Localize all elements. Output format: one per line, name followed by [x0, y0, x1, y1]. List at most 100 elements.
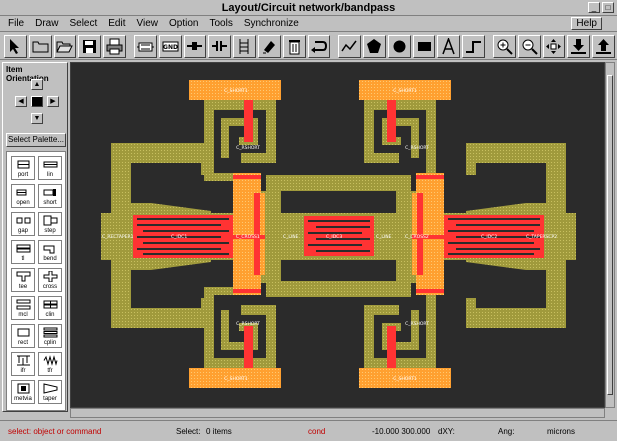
label-taper-right: C_TAPERSCP2 [526, 234, 557, 240]
side-panel: Item Orientation ▲ ◀ ▶ ▼ Select Palette.… [2, 62, 68, 412]
palette-item-port[interactable]: port [11, 156, 35, 180]
polygon-icon [366, 38, 381, 53]
cross-left[interactable] [233, 193, 265, 275]
wire-ladder-icon [239, 38, 249, 54]
component-button[interactable] [133, 34, 157, 58]
menu-tools[interactable]: Tools [209, 18, 232, 29]
palette-item-short[interactable]: short [38, 184, 62, 208]
orient-left-button[interactable]: ◀ [15, 96, 27, 107]
folder-icon [32, 41, 49, 52]
horizontal-scrollbar[interactable] [70, 408, 605, 418]
layout-canvas[interactable]: C_SHORT1 C_SHORT1 C_SHORT1 C_SHORT1 C_RS… [70, 62, 605, 408]
menu-bar: File Draw Select Edit View Option Tools … [0, 16, 617, 32]
delete-icon [288, 39, 300, 54]
rectangle-icon [417, 41, 431, 51]
rectangle-button[interactable] [412, 34, 436, 58]
save-button[interactable] [78, 34, 102, 58]
vertical-scroll-thumb[interactable] [607, 75, 613, 395]
palette-item-tl[interactable]: tl [11, 240, 35, 264]
step-icon [466, 40, 482, 53]
orient-center-button[interactable] [31, 96, 43, 107]
zoom-out-button[interactable] [517, 34, 541, 58]
menu-draw[interactable]: Draw [35, 18, 58, 29]
select-palette-button[interactable]: Select Palette... [6, 133, 66, 147]
label-short-bot-left: C_SHORT1 [224, 376, 248, 382]
rotate-button[interactable] [257, 34, 281, 58]
palette-item-cross[interactable]: cross [38, 268, 62, 292]
menu-help[interactable]: Help [571, 17, 602, 30]
menu-synchronize[interactable]: Synchronize [244, 18, 299, 29]
download-button[interactable] [567, 34, 591, 58]
text-button[interactable] [437, 34, 461, 58]
window-controls: _ □ [588, 2, 614, 13]
menu-edit[interactable]: Edit [108, 18, 125, 29]
palette-item-step[interactable]: step [38, 212, 62, 236]
zoom-in-button[interactable] [492, 34, 516, 58]
open-button[interactable] [53, 34, 77, 58]
download-icon [571, 38, 587, 54]
undo-button[interactable] [307, 34, 331, 58]
print-button[interactable] [103, 34, 126, 58]
step-button[interactable] [462, 34, 486, 58]
circle-icon [393, 40, 406, 52]
select-label: Select: [176, 427, 201, 436]
cursor-coordinates: -10.000 300.000 [372, 427, 431, 436]
menu-view[interactable]: View [137, 18, 159, 29]
status-bar: select: object or command Select: 0 item… [0, 420, 617, 441]
orient-up-button[interactable]: ▲ [31, 79, 43, 90]
gnd-button[interactable]: GND [158, 34, 182, 58]
cross-right[interactable] [412, 193, 444, 275]
delete-button[interactable] [282, 34, 306, 58]
dc-block-button[interactable] [208, 34, 232, 58]
command-prompt: select: object or command [8, 427, 102, 436]
palette-item-taper[interactable]: taper [38, 380, 62, 404]
open-stub-icon [16, 189, 27, 196]
ladder-button[interactable] [233, 34, 256, 58]
orient-down-button[interactable]: ▼ [31, 113, 43, 124]
vertical-scrollbar[interactable] [605, 62, 615, 408]
label-tee-right: C_LINE [376, 234, 392, 240]
label-idc-mid: C_IDC3 [326, 234, 342, 240]
coupled-line-pair-icon [43, 327, 58, 338]
orientation-pad: ▲ ◀ ▶ ▼ [11, 79, 63, 127]
units-label: microns [547, 427, 576, 436]
palette-item-bend[interactable]: bend [38, 240, 62, 264]
upload-button[interactable] [592, 34, 615, 58]
label-cross-left: C_CROSS1 [236, 234, 260, 240]
fit-view-button[interactable] [542, 34, 566, 58]
palette-item-metvia[interactable]: metvia [11, 380, 35, 404]
menu-select[interactable]: Select [69, 18, 97, 29]
port-button[interactable] [183, 34, 207, 58]
minimize-button[interactable]: _ [588, 2, 600, 13]
palette-item-tee[interactable]: tee [11, 268, 35, 292]
label-short-top-right: C_SHORT1 [393, 88, 417, 94]
pointer-tool-button[interactable] [4, 34, 27, 58]
palette-item-cplin[interactable]: cplin [38, 324, 62, 348]
dc-block-icon [212, 40, 228, 51]
palette-item-mcl[interactable]: mcl [11, 296, 35, 320]
palette-item-rect[interactable]: rect [11, 324, 35, 348]
menu-option[interactable]: Option [169, 18, 198, 29]
palette-item-clin[interactable]: clin [38, 296, 62, 320]
label-cross-right: C_CROSS2 [405, 234, 429, 240]
new-folder-button[interactable] [28, 34, 52, 58]
line-segment-icon [43, 161, 58, 168]
orient-right-button[interactable]: ▶ [47, 96, 59, 107]
maximize-button[interactable]: □ [602, 2, 614, 13]
label-induct-bot-right: C_RSHORT [405, 321, 429, 327]
palette-item-lin[interactable]: lin [38, 156, 62, 180]
palette-item-tfr[interactable]: tfr [38, 352, 62, 376]
step-junction-icon [43, 215, 58, 226]
palette-item-ifr[interactable]: ifr [11, 352, 35, 376]
palette-item-gap[interactable]: gap [11, 212, 35, 236]
label-taper-left: C_RECTAPER1 [102, 234, 134, 240]
palette-item-open[interactable]: open [11, 184, 35, 208]
dxy-label: dXY: [438, 427, 455, 436]
menu-file[interactable]: File [8, 18, 24, 29]
polygon-button[interactable] [363, 34, 386, 58]
layout-drawing: C_SHORT1 C_SHORT1 C_SHORT1 C_SHORT1 C_RS… [101, 80, 576, 388]
fit-icon [546, 38, 562, 54]
text-icon [442, 37, 456, 54]
circle-button[interactable] [387, 34, 411, 58]
line-button[interactable] [338, 34, 362, 58]
